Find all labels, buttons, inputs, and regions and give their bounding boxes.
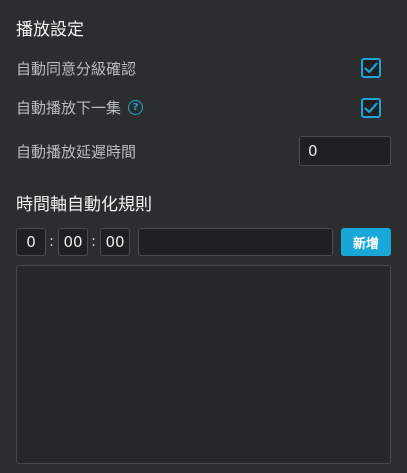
auto-consent-checkbox[interactable] [361,58,381,78]
seconds-input[interactable]: 00 [100,228,130,256]
autoplay-delay-value: 0 [308,142,318,160]
hours-value: 0 [26,233,36,251]
autoplay-delay-input[interactable]: 0 [299,136,391,166]
playback-settings-title: 播放設定 [16,20,84,40]
rules-list[interactable] [16,265,391,464]
rule-text-input[interactable] [138,228,333,256]
checkmark-icon [364,62,378,74]
question-circle-icon[interactable]: ? [128,100,144,115]
auto-consent-label: 自動同意分級確認 [16,60,137,78]
minutes-input[interactable]: 00 [58,228,88,256]
auto-next-checkbox[interactable] [361,98,381,118]
checkmark-icon [364,102,378,114]
auto-next-row: 自動播放下一集 ? [16,97,144,118]
timeline-rules-title: 時間軸自動化規則 [16,195,152,215]
time-separator: : [49,232,55,250]
auto-next-label: 自動播放下一集 [16,99,122,117]
minutes-value: 00 [63,233,83,251]
hours-input[interactable]: 0 [16,228,46,256]
time-separator: : [91,232,97,250]
seconds-value: 00 [105,233,125,251]
add-rule-button[interactable]: 新增 [341,228,391,256]
autoplay-delay-label: 自動播放延遲時間 [16,143,137,161]
